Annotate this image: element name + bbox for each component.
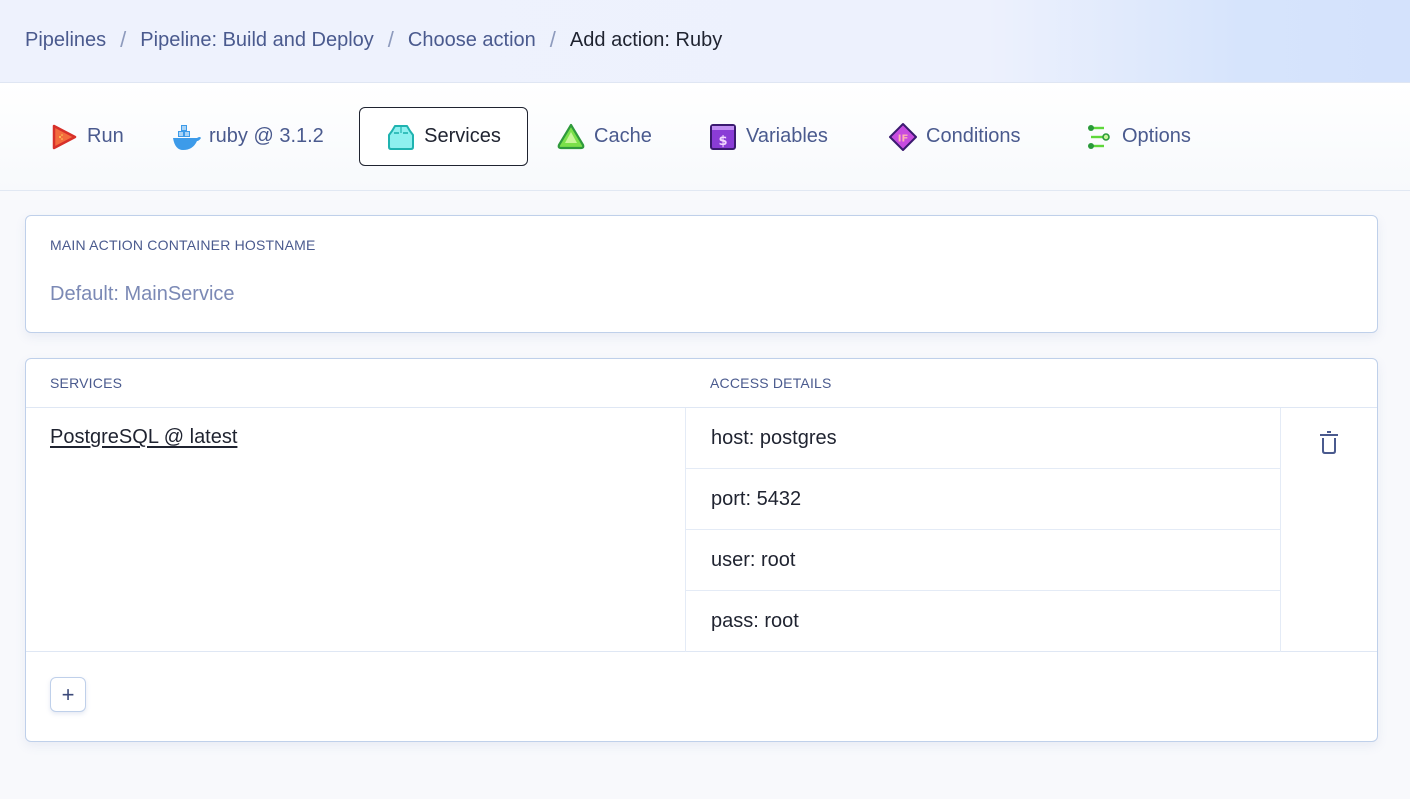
run-icon — [49, 122, 79, 152]
docker-icon — [171, 122, 201, 152]
tab-label: Variables — [746, 125, 828, 147]
access-detail-host: host: postgres — [686, 408, 1280, 469]
svg-text:$: $ — [718, 134, 727, 149]
tab-ruby-image[interactable]: ruby @ 3.1.2 — [158, 107, 337, 166]
tab-label: ruby @ 3.1.2 — [209, 125, 324, 147]
services-icon — [386, 122, 416, 152]
breadcrumb-separator: / — [120, 27, 127, 52]
tab-services[interactable]: Services — [359, 107, 528, 166]
breadcrumb-pipeline[interactable]: Pipeline: Build and Deploy — [140, 28, 374, 52]
hostname-label: MAIN ACTION CONTAINER HOSTNAME — [50, 237, 316, 253]
tab-label: Cache — [594, 125, 652, 147]
access-detail-port: port: 5432 — [686, 469, 1280, 530]
hostname-input[interactable] — [50, 280, 1350, 308]
variables-icon: $ — [708, 122, 738, 152]
services-table-header: SERVICES ACCESS DETAILS — [26, 359, 1377, 408]
breadcrumb-separator: / — [549, 27, 556, 52]
tab-label: Options — [1122, 125, 1191, 147]
access-detail-user: user: root — [686, 530, 1280, 591]
breadcrumb-separator: / — [387, 27, 394, 52]
breadcrumb-current: Add action: Ruby — [569, 29, 723, 51]
plus-icon: + — [61, 681, 75, 707]
breadcrumb-choose-action[interactable]: Choose action — [408, 28, 536, 52]
action-tabs: Run ruby @ 3.1.2 Services Cache $ Variab… — [0, 83, 1410, 191]
conditions-icon: IF — [888, 122, 918, 152]
tab-options[interactable]: Options — [1071, 107, 1204, 166]
add-service-button[interactable]: + — [50, 677, 86, 712]
tab-label: Services — [424, 125, 501, 147]
service-name-link[interactable]: PostgreSQL @ latest — [50, 426, 237, 449]
tab-conditions[interactable]: IF Conditions — [875, 107, 1034, 166]
hostname-card: MAIN ACTION CONTAINER HOSTNAME — [25, 215, 1378, 333]
tab-label: Conditions — [926, 125, 1021, 147]
tab-run[interactable]: Run — [36, 107, 137, 166]
breadcrumb-pipelines[interactable]: Pipelines — [25, 28, 106, 52]
options-icon — [1084, 122, 1114, 152]
access-details-column-header: ACCESS DETAILS — [710, 375, 832, 391]
services-card: SERVICES ACCESS DETAILS PostgreSQL @ lat… — [25, 358, 1378, 742]
delete-service-button[interactable] — [1314, 430, 1344, 460]
trash-icon — [1317, 430, 1341, 461]
service-row: PostgreSQL @ latest host: postgres port:… — [26, 408, 1377, 652]
tab-cache[interactable]: Cache — [543, 107, 665, 166]
access-details-list: host: postgres port: 5432 user: root pas… — [685, 408, 1281, 652]
services-column-header: SERVICES — [50, 375, 123, 391]
tab-variables[interactable]: $ Variables — [695, 107, 841, 166]
cache-icon — [556, 122, 586, 152]
access-detail-pass: pass: root — [711, 610, 799, 632]
header: Pipelines / Pipeline: Build and Deploy /… — [0, 0, 1410, 83]
tab-label: Run — [87, 125, 124, 147]
breadcrumb: Pipelines / Pipeline: Build and Deploy /… — [25, 28, 722, 52]
svg-text:IF: IF — [898, 133, 909, 144]
